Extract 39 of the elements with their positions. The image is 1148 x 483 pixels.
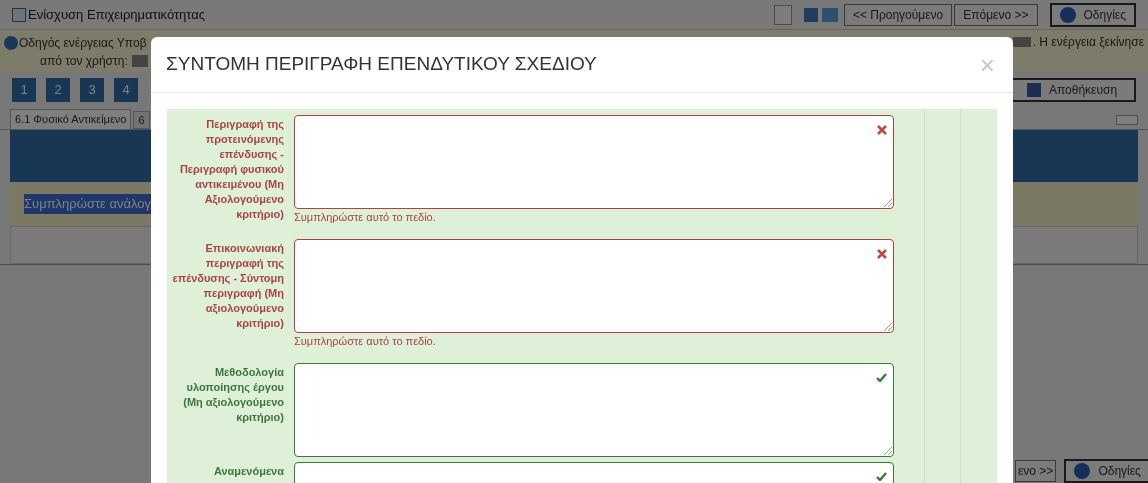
text-area[interactable] bbox=[294, 363, 894, 457]
help-button[interactable]: Οδηγίες bbox=[1064, 459, 1148, 483]
field-label: Μεθοδολογία υλοποίησης έργου (Μη αξιολογούμενο κριτήριο) bbox=[182, 365, 285, 425]
field-label: Αναμενόμενα bbox=[212, 464, 285, 479]
info-text: Οδηγός ενέργειας Υποβ bbox=[19, 35, 147, 52]
step-button[interactable]: 1 bbox=[12, 78, 36, 102]
tab[interactable]: 6.1 Φυσικό Αντικείμενο bbox=[10, 109, 132, 129]
resize-grip-icon bbox=[884, 199, 892, 207]
text-area[interactable] bbox=[294, 239, 894, 333]
step-button[interactable]: 4 bbox=[114, 78, 138, 102]
dialog-title: ΣΥΝΤΟΜΗ ΠΕΡΙΓΡΑΦΗ ΕΠΕΝΔΥΤΙΚΟΥ ΣΧΕΔΙΟΥ bbox=[166, 52, 597, 77]
error-message: Συμπληρώστε αυτό το πεδίο. bbox=[294, 334, 437, 349]
redacted-name bbox=[131, 55, 148, 67]
tab[interactable]: 6 bbox=[133, 111, 150, 129]
info-icon bbox=[4, 36, 18, 50]
app-icon bbox=[12, 7, 26, 22]
nav-button[interactable]: Επόμενο >> bbox=[954, 3, 1038, 26]
nav-button[interactable]: ενο >> bbox=[1015, 460, 1057, 482]
error-icon bbox=[877, 249, 887, 259]
nav-button[interactable]: << Προηγούμενο bbox=[843, 3, 953, 26]
info-text: . Η ενέργεια ξεκίνησε bbox=[1032, 34, 1144, 51]
step-button[interactable]: 3 bbox=[80, 78, 104, 102]
help-button[interactable]: Οδηγίες bbox=[1049, 2, 1136, 27]
error-icon bbox=[877, 125, 887, 135]
redacted-name bbox=[1012, 37, 1031, 47]
app-title: Ενίσχυση Επιχειρηματικότητας bbox=[28, 5, 206, 24]
check-icon bbox=[876, 373, 887, 382]
field-label: Επικοινωνιακή περιγραφή της επένδυσης - Σύντομη περιγραφή (Μη αξιολογούμενο κριτήριο) bbox=[171, 241, 285, 331]
resize-grip-icon bbox=[884, 447, 892, 455]
help-icon bbox=[1074, 463, 1091, 479]
check-icon bbox=[876, 472, 887, 481]
help-icon bbox=[1059, 6, 1076, 23]
selected-text: Συμπληρώστε ανάλογ bbox=[24, 194, 151, 214]
error-message: Συμπληρώστε αυτό το πεδίο. bbox=[294, 210, 437, 225]
step-button[interactable]: 2 bbox=[46, 78, 70, 102]
field-label: Περιγραφή της προτεινόμενης επένδυσης - Περιγραφή φυσικού αντικειμένου (Μη Αξιολογούμενο κριτήριο) bbox=[178, 117, 285, 222]
resize-grip-icon bbox=[884, 323, 892, 331]
info-text: από τον χρήστη: bbox=[40, 53, 128, 70]
text-area[interactable] bbox=[294, 115, 894, 209]
